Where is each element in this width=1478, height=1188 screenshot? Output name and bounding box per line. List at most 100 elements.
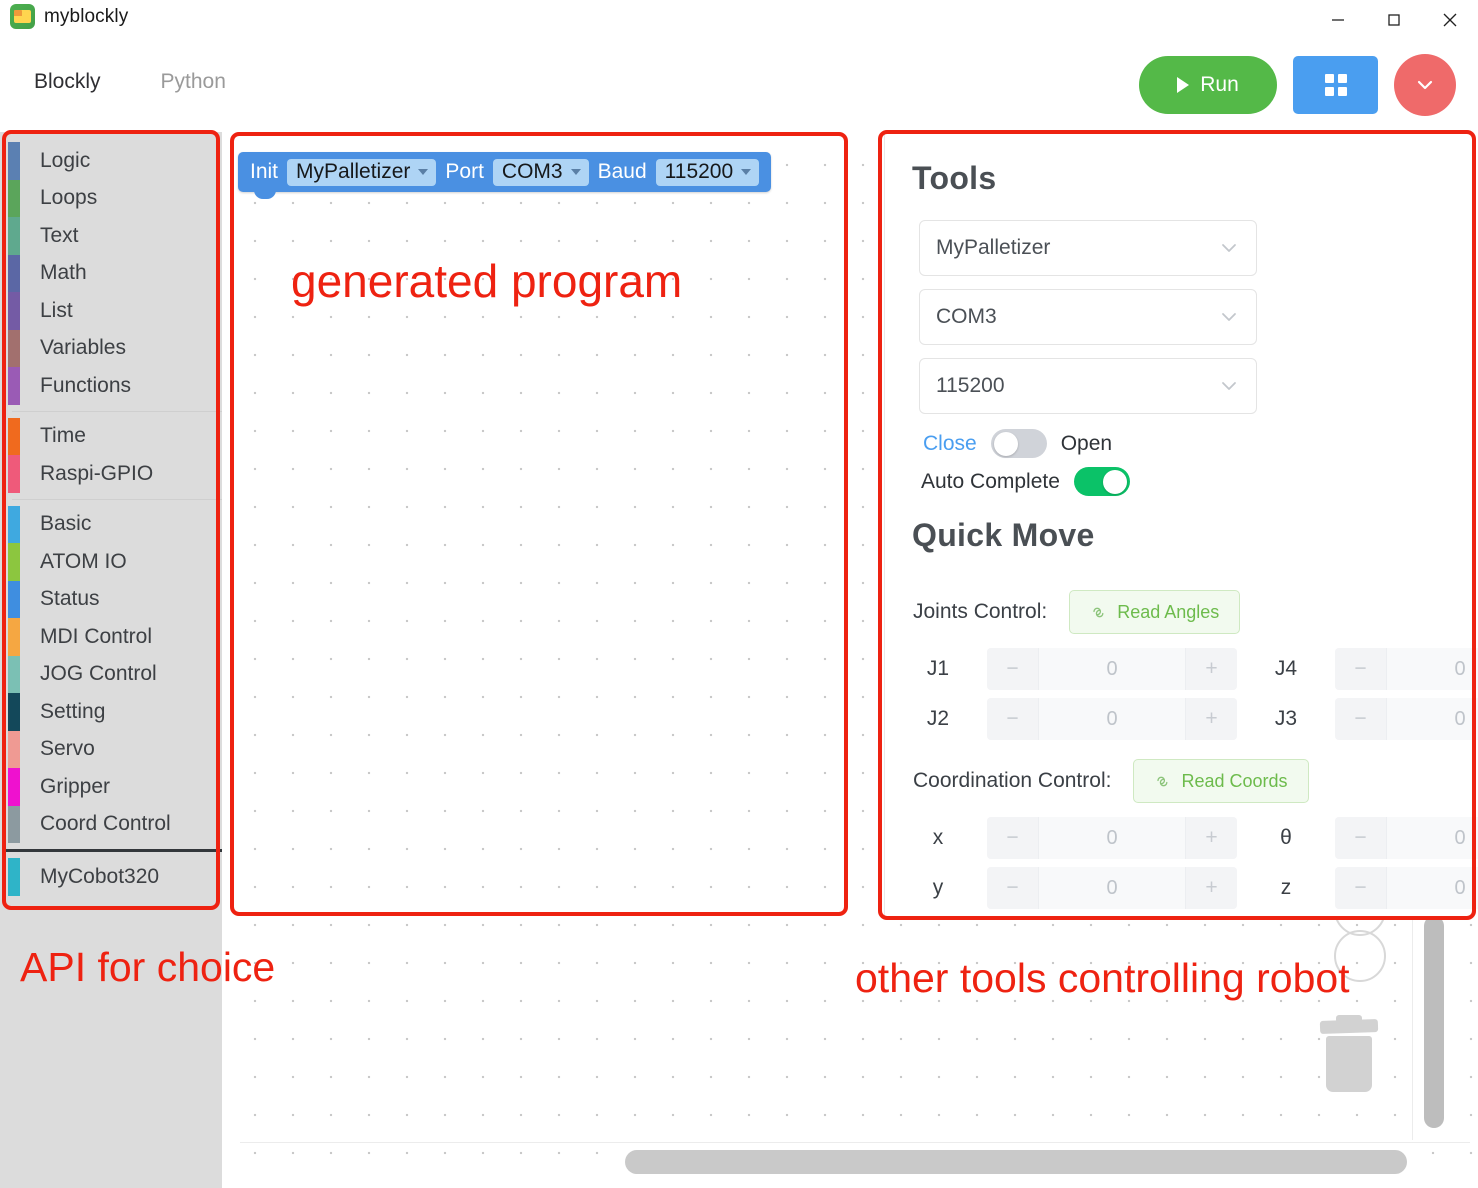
baud-select[interactable]: 115200 [919,358,1257,414]
coord-value-theta[interactable]: 0 [1387,817,1478,859]
robot-select[interactable]: MyPalletizer [919,220,1257,276]
read-angles-label: Read Angles [1117,601,1220,622]
stepper-minus-button[interactable]: − [987,867,1039,909]
stepper-minus-button[interactable]: − [1335,648,1387,690]
sidebar-item-label: Text [40,223,79,247]
window-controls [1310,0,1478,40]
coord-stepper-z[interactable]: − 0 + [1335,867,1478,909]
joint-value-j4[interactable]: 0 [1387,648,1478,690]
joint-stepper-j3[interactable]: − 0 + [1335,698,1478,740]
joint-value-j2[interactable]: 0 [1039,698,1185,740]
coord-value-z[interactable]: 0 [1387,867,1478,909]
sidebar-item-list[interactable]: List [0,292,222,330]
robot-select-value: MyPalletizer [936,236,1051,259]
stepper-minus-button[interactable]: − [987,817,1039,859]
sidebar-item-jog-control[interactable]: JOG Control [0,655,222,693]
sidebar-item-basic[interactable]: Basic [0,505,222,543]
sidebar-item-text[interactable]: Text [0,217,222,255]
coord-value-x[interactable]: 0 [1039,817,1185,859]
stepper-minus-button[interactable]: − [1335,698,1387,740]
sidebar-item-status[interactable]: Status [0,580,222,618]
minimize-button[interactable] [1310,0,1366,40]
stepper-minus-button[interactable]: − [1335,817,1387,859]
sidebar-item-coord-control[interactable]: Coord Control [0,805,222,843]
read-coords-label: Read Coords [1181,770,1288,791]
stepper-minus-button[interactable]: − [1335,867,1387,909]
auto-complete-toggle[interactable] [1073,467,1130,496]
stepper-plus-button[interactable]: + [1185,698,1237,740]
sidebar-item-loops[interactable]: Loops [0,179,222,217]
sidebar-group-core: Logic Loops Text Math List Variables Fun… [0,142,222,405]
sidebar-item-math[interactable]: Math [0,254,222,292]
connection-toggle[interactable] [990,429,1047,458]
joints-stepper-grid: J1 − 0 + J4 − 0 + J2 − 0 + J3 − 0 + [915,648,1478,740]
read-coords-button[interactable]: Read Coords [1133,759,1309,803]
coordination-control-label: Coordination Control: [913,769,1112,792]
block-baud-dropdown[interactable]: 115200 [655,158,760,186]
coord-stepper-theta[interactable]: − 0 + [1335,817,1478,859]
joint-stepper-j1[interactable]: − 0 + [987,648,1237,690]
category-color-stripe [8,292,20,330]
sidebar-item-setting[interactable]: Setting [0,693,222,731]
stepper-plus-button[interactable]: + [1185,817,1237,859]
coord-stepper-x[interactable]: − 0 + [987,817,1237,859]
sidebar-item-variables[interactable]: Variables [0,329,222,367]
refresh-icon [1157,776,1168,786]
sidebar-item-label: MDI Control [40,624,153,648]
sidebar-item-label: Setting [40,699,106,723]
joint-label-j1: J1 [926,657,950,680]
sidebar-item-time[interactable]: Time [0,417,222,455]
port-select[interactable]: COM3 [919,289,1257,345]
tab-blockly[interactable]: Blockly [30,68,105,96]
more-options-button[interactable] [1394,54,1456,116]
category-color-stripe [8,655,20,693]
sidebar-item-label: Basic [40,512,92,536]
init-block[interactable]: Init MyPalletizer Port COM3 Baud 115200 [238,152,772,199]
sidebar-item-servo[interactable]: Servo [0,730,222,768]
close-button[interactable] [1422,0,1478,40]
sidebar-item-raspi-gpio[interactable]: Raspi-GPIO [0,455,222,493]
joint-stepper-j4[interactable]: − 0 + [1335,648,1478,690]
sidebar-item-label: Logic [40,148,91,172]
coords-stepper-grid: x − 0 + θ − 0 + y − 0 + z − 0 + [915,817,1478,909]
grid-view-button[interactable] [1293,56,1378,114]
block-robot-dropdown[interactable]: MyPalletizer [287,158,437,186]
read-angles-button[interactable]: Read Angles [1069,590,1241,634]
block-keyword: Init [250,160,279,183]
maximize-button[interactable] [1366,0,1422,40]
block-port-dropdown[interactable]: COM3 [492,158,589,186]
stepper-plus-button[interactable]: + [1185,648,1237,690]
port-select-value: COM3 [936,305,997,328]
stepper-minus-button[interactable]: − [987,648,1039,690]
category-color-stripe [8,543,20,581]
stepper-minus-button[interactable]: − [987,698,1039,740]
app-logo-icon [10,4,35,29]
vertical-scrollbar[interactable] [1424,916,1444,1128]
horizontal-scrollbar[interactable] [625,1150,1407,1174]
coord-stepper-y[interactable]: − 0 + [987,867,1237,909]
category-color-stripe [8,367,20,405]
toolbar-actions: Run [1139,54,1456,116]
sidebar-group-robot: Basic ATOM IO Status MDI Control JOG Con… [0,505,222,843]
sidebar-item-logic[interactable]: Logic [0,142,222,180]
joint-value-j1[interactable]: 0 [1039,648,1185,690]
annotation-api-for-choice: API for choice [20,944,276,990]
sidebar-item-gripper[interactable]: Gripper [0,768,222,806]
coord-value-y[interactable]: 0 [1039,867,1185,909]
sidebar-item-mdi-control[interactable]: MDI Control [0,618,222,656]
api-sidebar[interactable]: Logic Loops Text Math List Variables Fun… [0,132,222,1188]
joint-value-j3[interactable]: 0 [1387,698,1478,740]
block-port-value: COM3 [501,160,563,183]
run-button-label: Run [1200,73,1239,96]
category-color-stripe [8,417,20,455]
joint-stepper-j2[interactable]: − 0 + [987,698,1237,740]
sidebar-item-label: Servo [40,737,95,761]
stepper-plus-button[interactable]: + [1185,867,1237,909]
trash-icon[interactable] [1318,1015,1380,1092]
tab-python[interactable]: Python [157,68,230,96]
run-button[interactable]: Run [1139,56,1277,114]
sidebar-item-functions[interactable]: Functions [0,367,222,405]
sidebar-item-mycobot320[interactable]: MyCobot320 [0,858,222,896]
sidebar-item-atom-io[interactable]: ATOM IO [0,543,222,581]
play-icon [1177,77,1190,93]
